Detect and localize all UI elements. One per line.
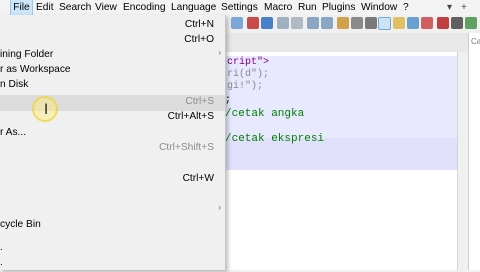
code-comment: /cetak ekspresi — [225, 133, 325, 145]
menu-settings[interactable]: Settings — [221, 0, 258, 15]
zoom-out-icon[interactable] — [321, 17, 333, 29]
menu-item-rename[interactable] — [0, 157, 225, 173]
indent-guide-icon[interactable] — [378, 17, 391, 30]
menu-item-open-containing-folder[interactable]: ining Folder — [0, 48, 225, 64]
menu-item-open-folder-workspace[interactable]: r as Workspace — [0, 63, 225, 79]
minimize-icon[interactable]: ▾ — [447, 0, 452, 15]
shortcut-label: Ctrl+N — [184, 19, 214, 30]
replace-icon[interactable] — [291, 17, 303, 29]
menu-window[interactable]: Window — [361, 0, 397, 15]
play-macro-icon[interactable] — [465, 17, 477, 29]
menu-plugins[interactable]: Plugins — [322, 0, 355, 15]
zoom-in-icon[interactable] — [307, 17, 319, 29]
menu-bar: File Edit Search View Encoding Language … — [0, 0, 480, 16]
menu-macro[interactable]: Macro — [264, 0, 292, 15]
menu-language[interactable]: Language — [171, 0, 216, 15]
shortcut-label: Ctrl+W — [182, 173, 214, 184]
code-line: gi!"); — [227, 81, 264, 92]
menu-item-load-session[interactable]: . — [0, 241, 225, 257]
menu-item-reload-from-disk[interactable]: n Disk — [0, 78, 225, 94]
function-list-icon[interactable] — [407, 17, 419, 29]
redo-icon[interactable] — [261, 17, 273, 29]
editor[interactable]: cript"> ri(d"); gi!"); ; /cetak angka /c… — [225, 52, 457, 270]
file-menu-dropdown: Ctrl+N Ctrl+O › ining Folder r as Worksp… — [0, 15, 226, 270]
cut-icon[interactable] — [231, 17, 243, 29]
shortcut-label: Ctrl+Alt+S — [167, 111, 214, 122]
doc-map-icon[interactable] — [393, 17, 405, 29]
stop-macro-icon[interactable] — [451, 17, 463, 29]
menu-item-move-to-recycle-bin[interactable]: cycle Bin — [0, 218, 225, 234]
menu-view[interactable]: View — [95, 0, 117, 15]
code-line: ri(d"); — [227, 69, 270, 80]
undo-icon[interactable] — [247, 17, 259, 29]
search-panel-label: Cari d — [471, 37, 480, 46]
search-panel: Cari d — [468, 33, 480, 270]
menu-file[interactable]: File — [10, 0, 33, 16]
menu-encoding[interactable]: Encoding — [123, 0, 165, 15]
record-macro-icon[interactable] — [437, 17, 449, 29]
find-icon[interactable] — [277, 17, 289, 29]
sync-scroll-icon[interactable] — [337, 17, 349, 29]
shortcut-label: Ctrl+Shift+S — [159, 142, 214, 153]
menu-edit[interactable]: Edit — [36, 0, 54, 15]
text-cursor-icon: I — [44, 102, 49, 118]
menu-search[interactable]: Search — [59, 0, 91, 15]
tab-bar — [225, 33, 468, 53]
show-all-chars-icon[interactable] — [365, 17, 377, 29]
menu-run[interactable]: Run — [298, 0, 317, 15]
shortcut-label: Ctrl+O — [184, 34, 214, 45]
menu-item-save-all[interactable]: Ctrl+Shift+S — [0, 141, 225, 157]
menu-help[interactable]: ? — [403, 0, 409, 15]
menu-item-save-copy-as[interactable]: r As... — [0, 126, 225, 142]
folder-workspace-icon[interactable] — [421, 17, 433, 29]
shortcut-label: Ctrl+S — [185, 96, 214, 107]
menu-item-new[interactable]: Ctrl+N — [0, 18, 225, 34]
new-tab-icon[interactable]: + — [461, 0, 467, 15]
toolbar — [225, 15, 480, 34]
wrap-icon[interactable] — [351, 17, 363, 29]
code-line: cript"> — [227, 57, 270, 68]
menu-item-close-multiple[interactable]: › — [0, 202, 225, 218]
code-comment: /cetak angka — [225, 108, 305, 120]
submenu-arrow-icon: › — [218, 203, 221, 212]
menu-item-close[interactable]: Ctrl+W — [0, 172, 225, 188]
